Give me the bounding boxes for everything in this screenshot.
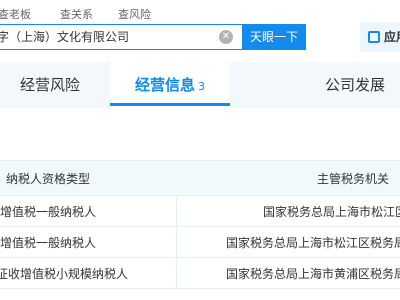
nav-link-relations[interactable]: 查关系 [60, 6, 93, 22]
table-row: 征收增值税小规模纳税人 国家税务总局上海市黄浦区税务局 [0, 259, 400, 289]
header-tax-authority: 主管税务机关 [317, 172, 390, 186]
table-header-row: 纳税人资格类型 主管税务机关 [0, 160, 400, 196]
cell-tax-authority: 国家税务总局上海市松江区 [263, 205, 400, 219]
app-button-label: 应用 [384, 30, 400, 44]
tab-label: 公司发展 [324, 76, 385, 94]
search-input[interactable]: 字（上海）文化有限公司 [0, 24, 242, 50]
top-nav: 查老板 查关系 查风险 [0, 0, 400, 22]
tab-business-info[interactable]: 经营信息 3 [110, 62, 230, 108]
column-divider [176, 228, 177, 258]
active-tab-indicator [110, 103, 230, 106]
cell-taxpayer-type: 征收增值税小规模纳税人 [0, 267, 129, 281]
tab-bar: 经营风险 经营信息 3 公司发展 [0, 62, 400, 108]
cell-taxpayer-type: 增值税一般纳税人 [0, 205, 97, 219]
header-taxpayer-type: 纳税人资格类型 [6, 172, 91, 186]
nav-link-boss[interactable]: 查老板 [0, 6, 31, 22]
cell-tax-authority: 国家税务总局上海市黄浦区税务局 [226, 267, 400, 281]
app-grid-icon [368, 31, 380, 43]
table-row: 增值税一般纳税人 国家税务总局上海市松江区 [0, 197, 400, 227]
column-divider [176, 197, 177, 227]
nav-link-risk[interactable]: 查风险 [118, 6, 151, 22]
table-row: 增值税一般纳税人 国家税务总局上海市松江区税务局 [0, 228, 400, 258]
tab-count-badge: 3 [198, 80, 205, 93]
tab-business-risk[interactable]: 经营风险 [0, 62, 100, 108]
app-button[interactable]: 应用 [360, 22, 400, 52]
tab-label: 经营信息 [134, 76, 195, 94]
clear-icon[interactable]: ✕ [219, 30, 233, 44]
cell-taxpayer-type: 增值税一般纳税人 [0, 236, 97, 250]
column-divider [176, 259, 177, 289]
tab-label: 经营风险 [19, 76, 80, 94]
cell-tax-authority: 国家税务总局上海市松江区税务局 [226, 236, 400, 250]
search-button[interactable]: 天眼一下 [242, 24, 306, 50]
tab-company-development[interactable]: 公司发展 [310, 62, 400, 108]
search-bar: 字（上海）文化有限公司 ✕ 天眼一下 [0, 24, 400, 52]
